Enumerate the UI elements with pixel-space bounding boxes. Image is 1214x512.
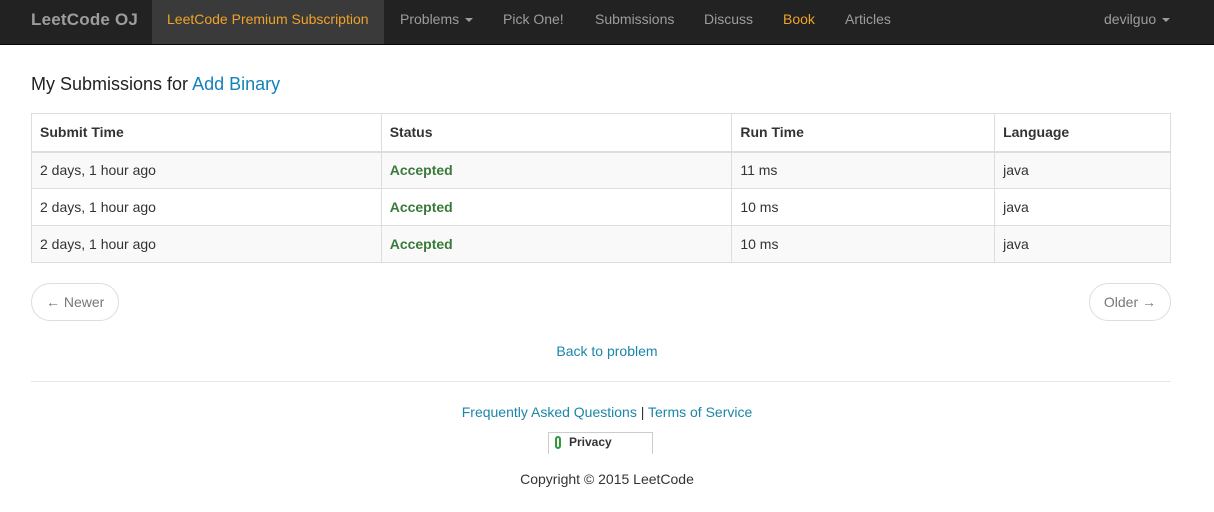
status-accepted-link[interactable]: Accepted [390, 199, 453, 215]
table-row: 2 days, 1 hour ago Accepted 10 ms java [31, 225, 1171, 263]
user-menu-dropdown[interactable]: devilguo [1104, 0, 1171, 44]
status-cell: Accepted [380, 188, 733, 226]
caret-down-icon [465, 18, 474, 23]
table-header-row: Submit Time Status Run Time Language [31, 113, 1171, 153]
column-header-run-time: Run Time [731, 113, 996, 153]
status-accepted-link[interactable]: Accepted [390, 236, 453, 252]
newer-button[interactable]: ← Newer [31, 283, 120, 321]
back-link-row: Back to problem [0, 343, 1214, 359]
nav-articles[interactable]: Articles [845, 0, 891, 44]
language-cell: java [994, 188, 1171, 226]
problem-link[interactable]: Add Binary [192, 74, 280, 94]
table-row: 2 days, 1 hour ago Accepted 11 ms java [31, 151, 1171, 189]
privacy-label: Privacy [569, 435, 612, 449]
column-header-submit-time: Submit Time [31, 113, 382, 153]
nav-premium-subscription[interactable]: LeetCode Premium Subscription [152, 0, 384, 44]
language-cell: java [994, 151, 1171, 189]
column-header-status: Status [380, 113, 733, 153]
terms-of-service-link[interactable]: Terms of Service [648, 404, 752, 420]
nav-problems-dropdown[interactable]: Problems [400, 0, 474, 44]
user-name: devilguo [1104, 11, 1157, 27]
footer-links: Frequently Asked Questions | Terms of Se… [0, 404, 1214, 420]
privacy-badge[interactable]: Privacy [548, 432, 653, 454]
faq-link[interactable]: Frequently Asked Questions [462, 404, 637, 420]
caret-down-icon [1162, 18, 1171, 23]
column-header-language: Language [994, 113, 1171, 153]
status-cell: Accepted [380, 225, 733, 263]
back-to-problem-link[interactable]: Back to problem [556, 343, 657, 359]
nav-discuss[interactable]: Discuss [704, 0, 753, 44]
run-time-cell: 10 ms [731, 188, 996, 226]
table-row: 2 days, 1 hour ago Accepted 10 ms java [31, 188, 1171, 226]
submit-time-cell: 2 days, 1 hour ago [31, 188, 382, 226]
run-time-cell: 10 ms [731, 225, 996, 263]
footer-separator: | [640, 404, 645, 420]
copyright-text: Copyright © 2015 LeetCode [520, 471, 694, 487]
run-time-cell: 11 ms [731, 151, 996, 189]
status-cell: Accepted [380, 151, 733, 189]
page-title: My Submissions for Add Binary [31, 74, 280, 95]
footer-divider [31, 381, 1171, 382]
lock-icon [555, 436, 561, 449]
submit-time-cell: 2 days, 1 hour ago [31, 225, 382, 263]
page-title-prefix: My Submissions for [31, 74, 193, 94]
nav-book[interactable]: Book [783, 0, 815, 44]
status-accepted-link[interactable]: Accepted [390, 162, 453, 178]
nav-submissions[interactable]: Submissions [595, 0, 674, 44]
submissions-table: Submit Time Status Run Time Language 2 d… [31, 113, 1171, 263]
language-cell: java [994, 225, 1171, 263]
brand-logo-link[interactable]: LeetCode OJ [31, 10, 138, 30]
top-navbar: LeetCode OJ LeetCode Premium Subscriptio… [0, 0, 1214, 45]
older-button[interactable]: Older → [1088, 283, 1171, 321]
nav-problems-label: Problems [400, 11, 460, 27]
nav-pick-one[interactable]: Pick One! [503, 0, 564, 44]
submit-time-cell: 2 days, 1 hour ago [31, 151, 382, 189]
